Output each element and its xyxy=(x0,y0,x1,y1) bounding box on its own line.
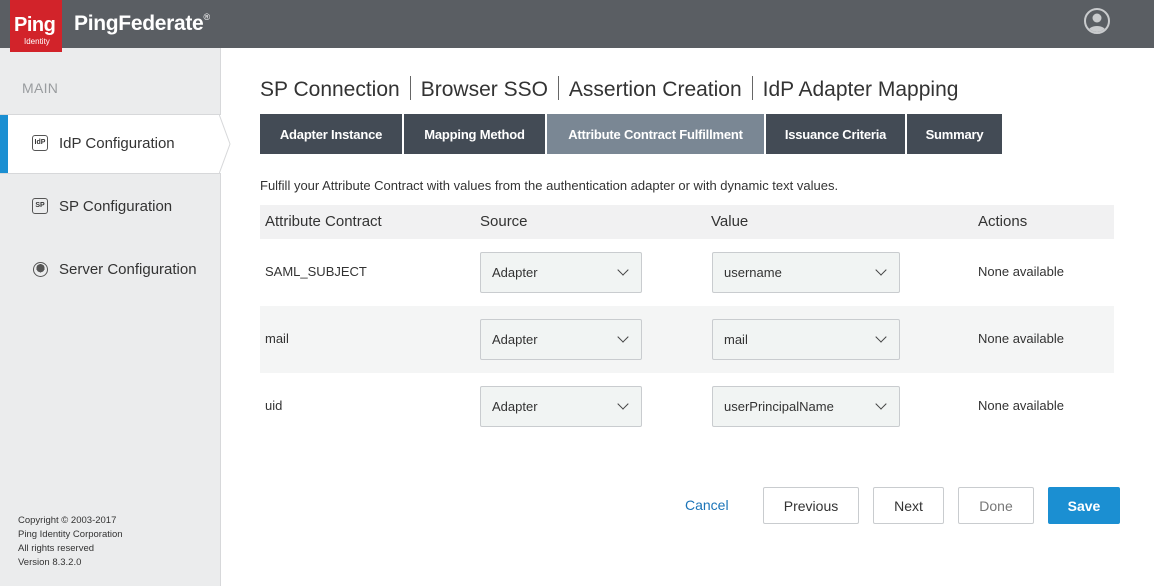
column-header-attribute-contract: Attribute Contract xyxy=(265,213,382,230)
value-select-value: username xyxy=(724,265,782,280)
sidebar-item-label: Server Configuration xyxy=(59,261,197,278)
tab-summary[interactable]: Summary xyxy=(907,114,1002,154)
table-header: Attribute Contract Source Value Actions xyxy=(260,205,1114,239)
top-bar: Ping Identity PingFederate® xyxy=(0,0,1154,52)
column-header-actions: Actions xyxy=(978,213,1028,230)
tab-issuance-criteria[interactable]: Issuance Criteria xyxy=(766,114,905,154)
breadcrumb-separator xyxy=(409,76,411,100)
ping-logo[interactable]: Ping Identity xyxy=(10,0,62,52)
table-row: uid Adapter userPrincipalName None avail… xyxy=(260,373,1114,440)
cancel-link[interactable]: Cancel xyxy=(685,497,729,513)
product-name: PingFederate® xyxy=(74,12,210,35)
sidebar-item-idp-configuration[interactable]: IdP IdP Configuration xyxy=(0,114,221,174)
done-button[interactable]: Done xyxy=(958,487,1034,524)
sidebar-item-label: SP Configuration xyxy=(59,198,173,215)
server-icon xyxy=(33,262,48,277)
sidebar: MAIN IdP IdP Configuration SP SP Configu… xyxy=(0,48,231,586)
copyright-text: Copyright © 2003-2017 xyxy=(18,515,117,526)
chevron-down-icon xyxy=(617,264,629,276)
attribute-name: mail xyxy=(265,331,289,346)
wizard-tabs: Adapter Instance Mapping Method Attribut… xyxy=(260,114,1004,154)
value-select-value: userPrincipalName xyxy=(724,399,834,414)
save-button[interactable]: Save xyxy=(1048,487,1120,524)
attribute-mapping-table: Attribute Contract Source Value Actions … xyxy=(260,205,1114,440)
sidebar-footer: Copyright © 2003-2017 Ping Identity Corp… xyxy=(18,514,123,570)
chevron-down-icon xyxy=(875,331,887,343)
breadcrumb-separator xyxy=(557,76,559,100)
source-select[interactable]: Adapter xyxy=(480,252,642,293)
next-button[interactable]: Next xyxy=(873,487,944,524)
chevron-down-icon xyxy=(875,264,887,276)
actions-text: None available xyxy=(978,264,1065,279)
previous-button[interactable]: Previous xyxy=(763,487,859,524)
company-text: Ping Identity Corporation xyxy=(18,529,123,540)
column-header-value: Value xyxy=(711,213,749,230)
value-select[interactable]: mail xyxy=(712,319,900,360)
actions-text: None available xyxy=(978,398,1065,413)
version-text: Version 8.3.2.0 xyxy=(18,557,82,568)
idp-icon: IdP xyxy=(32,135,48,151)
table-row: mail Adapter mail None available xyxy=(260,306,1114,373)
logo-text: Ping xyxy=(14,14,56,36)
source-select[interactable]: Adapter xyxy=(480,319,642,360)
tab-adapter-instance[interactable]: Adapter Instance xyxy=(260,114,402,154)
tab-mapping-method[interactable]: Mapping Method xyxy=(404,114,545,154)
breadcrumb-item: SP Connection xyxy=(260,78,400,101)
actions-text: None available xyxy=(978,331,1065,346)
attribute-name: SAML_SUBJECT xyxy=(265,264,367,279)
user-avatar-icon[interactable] xyxy=(1084,8,1110,34)
chevron-down-icon xyxy=(617,398,629,410)
active-indicator xyxy=(0,115,8,173)
source-select-value: Adapter xyxy=(492,399,538,414)
instructions-text: Fulfill your Attribute Contract with val… xyxy=(260,178,839,193)
table-row: SAML_SUBJECT Adapter username None avail… xyxy=(260,239,1114,306)
logo-subtext: Identity xyxy=(24,37,50,46)
attribute-name: uid xyxy=(265,398,283,413)
column-header-source: Source xyxy=(480,213,528,230)
value-select[interactable]: username xyxy=(712,252,900,293)
source-select[interactable]: Adapter xyxy=(480,386,642,427)
value-select-value: mail xyxy=(724,332,748,347)
sidebar-item-server-configuration[interactable]: Server Configuration xyxy=(0,239,221,299)
rights-text: All rights reserved xyxy=(18,543,95,554)
sp-icon: SP xyxy=(32,198,48,214)
breadcrumb-separator xyxy=(751,76,753,100)
breadcrumb-item: Browser SSO xyxy=(420,78,548,101)
product-name-text: PingFederate xyxy=(74,12,204,35)
sidebar-item-sp-configuration[interactable]: SP SP Configuration xyxy=(0,176,221,236)
breadcrumb: SP Connection Browser SSO Assertion Creati… xyxy=(260,76,958,102)
chevron-down-icon xyxy=(875,398,887,410)
sidebar-section-label: MAIN xyxy=(22,80,59,96)
chevron-down-icon xyxy=(617,331,629,343)
active-arrow-icon xyxy=(219,114,231,174)
source-select-value: Adapter xyxy=(492,265,538,280)
breadcrumb-item: Assertion Creation xyxy=(568,78,742,101)
value-select[interactable]: userPrincipalName xyxy=(712,386,900,427)
breadcrumb-item: IdP Adapter Mapping xyxy=(762,78,959,101)
sidebar-item-label: IdP Configuration xyxy=(59,135,175,152)
source-select-value: Adapter xyxy=(492,332,538,347)
tab-attribute-contract-fulfillment[interactable]: Attribute Contract Fulfillment xyxy=(547,114,764,154)
